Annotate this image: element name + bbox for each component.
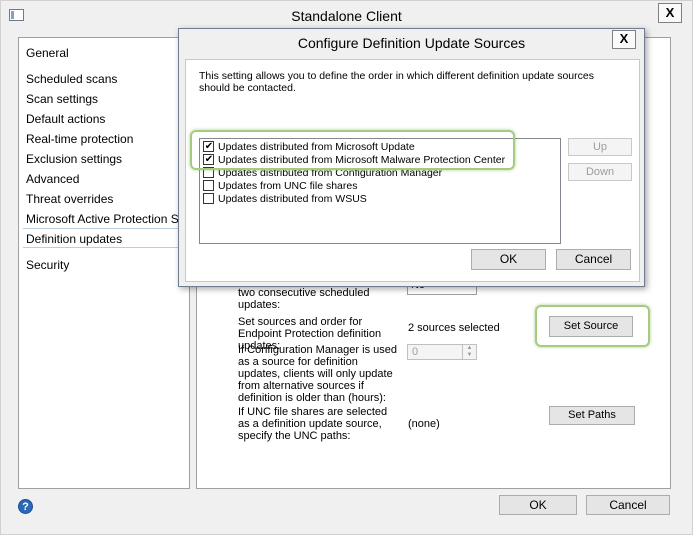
dialog-body: This setting allows you to define the or… — [185, 59, 640, 282]
nav-item-default-actions[interactable]: Default actions — [26, 112, 105, 126]
list-item[interactable]: Updates from UNC file shares — [203, 180, 357, 193]
nav-item-maps[interactable]: Microsoft Active Protection Service — [26, 212, 189, 226]
set-source-button[interactable]: Set Source — [549, 316, 633, 337]
dialog-ok-button[interactable]: OK — [471, 249, 546, 270]
title-bar: Standalone Client X — [1, 1, 692, 31]
nav-item-advanced[interactable]: Advanced — [26, 172, 79, 186]
move-up-button[interactable]: Up — [568, 138, 632, 156]
window-close-button[interactable]: X — [658, 3, 682, 23]
move-down-button[interactable]: Down — [568, 163, 632, 181]
checked-sources-highlight — [190, 130, 515, 170]
set-paths-button[interactable]: Set Paths — [549, 406, 635, 425]
dialog-description: This setting allows you to define the or… — [199, 70, 594, 94]
nav-item-exclusion-settings[interactable]: Exclusion settings — [26, 152, 122, 166]
unc-paths-value: (none) — [408, 418, 440, 430]
help-icon[interactable]: ? — [18, 499, 33, 514]
nav-item-general[interactable]: General — [26, 46, 69, 60]
nav-item-scheduled-scans[interactable]: Scheduled scans — [26, 72, 117, 86]
cancel-button[interactable]: Cancel — [586, 495, 670, 515]
window-title: Standalone Client — [291, 8, 402, 24]
cm-fallback-label: If Configuration Manager is used as a so… — [238, 344, 397, 404]
sources-selected-value: 2 sources selected — [408, 322, 500, 334]
cm-hours-value: 0 — [412, 346, 419, 358]
ok-button[interactable]: OK — [499, 495, 577, 515]
list-item[interactable]: Updates distributed from WSUS — [203, 193, 367, 206]
settings-nav: General Scheduled scans Scan settings De… — [18, 37, 190, 489]
checkbox-unchecked-icon[interactable] — [203, 180, 214, 191]
nav-item-security[interactable]: Security — [26, 258, 69, 272]
spinner-arrows-icon[interactable]: ▲ ▼ — [462, 345, 476, 359]
unc-paths-label: If UNC file shares are selected as a def… — [238, 406, 388, 442]
source-label: Updates from UNC file shares — [218, 180, 358, 192]
dialog-cancel-button[interactable]: Cancel — [556, 249, 631, 270]
dialog-title: Configure Definition Update Sources — [297, 35, 526, 51]
checkbox-unchecked-icon[interactable] — [203, 193, 214, 204]
nav-item-definition-updates[interactable]: Definition updates — [26, 232, 122, 246]
nav-item-threat-overrides[interactable]: Threat overrides — [26, 192, 113, 206]
source-label: Updates distributed from WSUS — [218, 193, 367, 205]
dialog-close-button[interactable]: X — [612, 30, 636, 49]
cm-hours-spinner[interactable]: 0 ▲ ▼ — [407, 344, 477, 360]
nav-item-real-time-protection[interactable]: Real-time protection — [26, 132, 133, 146]
configure-sources-dialog: Configure Definition Update Sources X Th… — [178, 28, 645, 287]
nav-item-scan-settings[interactable]: Scan settings — [26, 92, 98, 106]
